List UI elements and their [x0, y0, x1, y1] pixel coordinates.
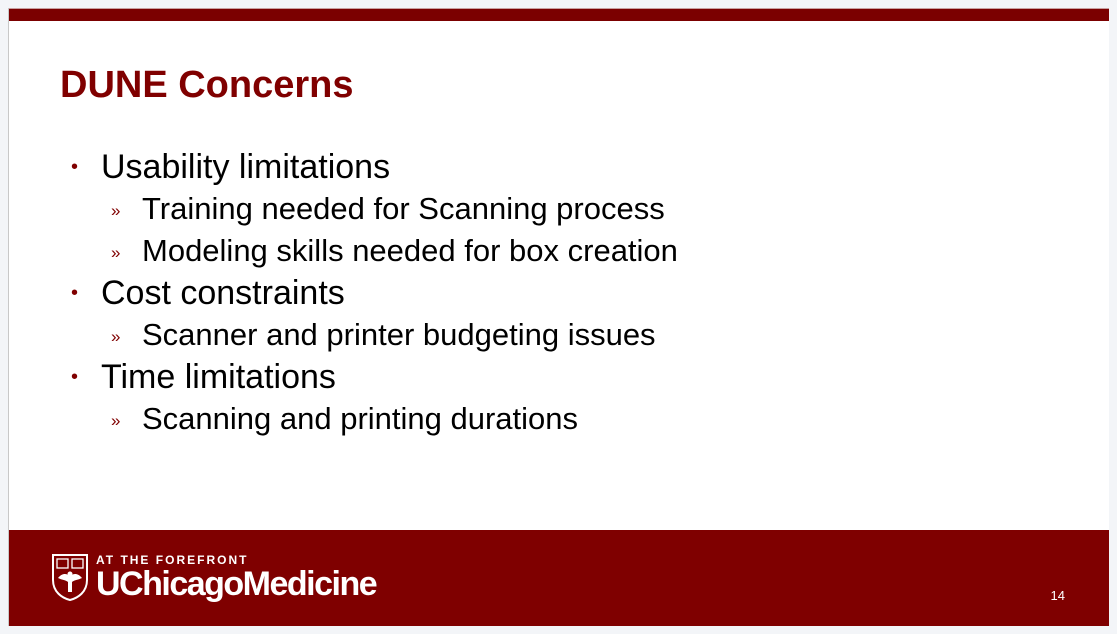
bullet-text: Cost constraints — [101, 274, 345, 312]
sub-bullet-icon: » — [111, 243, 121, 262]
bullet-text: Time limitations — [101, 358, 336, 396]
sub-bullet-item: » Training needed for Scanning process — [71, 188, 678, 230]
sub-bullet-item: » Scanner and printer budgeting issues — [71, 314, 678, 356]
top-accent-bar — [9, 8, 1109, 21]
sub-bullet-icon: » — [111, 201, 121, 220]
sub-bullet-item: » Modeling skills needed for box creation — [71, 230, 678, 272]
sub-bullet-icon: » — [111, 411, 121, 430]
bullet-item: • Time limitations — [71, 356, 678, 398]
bullet-list: • Usability limitations » Training needed … — [71, 146, 678, 440]
sub-bullet-text: Training needed for Scanning process — [142, 191, 665, 226]
bullet-icon: • — [71, 282, 79, 304]
slide-title: DUNE Concerns — [60, 64, 354, 106]
bullet-item: • Cost constraints — [71, 272, 678, 314]
slide: DUNE Concerns • Usability limitations » Tr… — [8, 8, 1109, 626]
bullet-item: • Usability limitations — [71, 146, 678, 188]
sub-bullet-item: » Scanning and printing durations — [71, 398, 678, 440]
sub-bullet-icon: » — [111, 327, 121, 346]
logo-brand: UChicagoMedicine — [96, 565, 378, 603]
sub-bullet-text: Scanner and printer budgeting issues — [142, 317, 656, 352]
footer-band: AT THE FOREFRONT UChicagoMedicine 14 — [9, 530, 1109, 626]
uchicago-medicine-logo: AT THE FOREFRONT UChicagoMedicine — [50, 552, 378, 603]
sub-bullet-text: Scanning and printing durations — [142, 401, 579, 436]
sub-bullet-text: Modeling skills needed for box creation — [142, 233, 678, 268]
bullet-text: Usability limitations — [101, 148, 391, 186]
bullet-icon: • — [71, 366, 79, 388]
bullet-icon: • — [71, 156, 79, 178]
crest-icon — [52, 554, 88, 602]
page-number: 14 — [1050, 588, 1065, 603]
